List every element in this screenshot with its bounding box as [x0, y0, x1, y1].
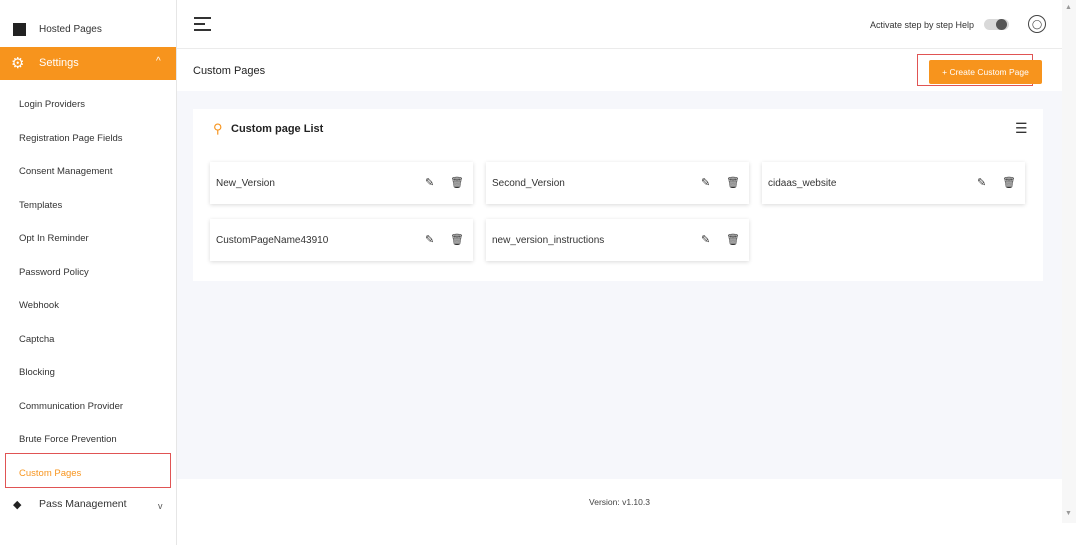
page-tile[interactable]: new_version_instructions ✎ 🗑 [486, 219, 749, 261]
toggle-knob [996, 19, 1007, 30]
sidebar-item-login-providers[interactable]: Login Providers [19, 99, 85, 110]
sidebar-item-label: Settings [39, 57, 79, 69]
page-name: Second_Version [492, 178, 565, 189]
user-icon[interactable]: ◯ [1028, 15, 1046, 33]
scroll-down-icon[interactable]: ▼ [1065, 510, 1072, 517]
footer: Version: v1.10.3 [177, 479, 1062, 523]
sidebar-item-label: Hosted Pages [39, 24, 102, 35]
create-highlight: + Create Custom Page [917, 54, 1042, 86]
layers-icon: ◆ [13, 499, 22, 511]
delete-icon[interactable]: 🗑 [726, 233, 740, 246]
sidebar-item-consent-management[interactable]: Consent Management [19, 166, 112, 177]
version-label: Version: v1.10.3 [589, 497, 650, 507]
help-toggle[interactable] [984, 19, 1009, 30]
sidebar-item-opt-in-reminder[interactable]: Opt In Reminder [19, 233, 89, 244]
sidebar-item-registration-page-fields[interactable]: Registration Page Fields [19, 133, 123, 144]
edit-icon[interactable]: ✎ [425, 233, 434, 246]
sidebar-item-templates[interactable]: Templates [19, 200, 62, 211]
delete-icon[interactable]: 🗑 [1002, 176, 1016, 189]
edit-icon[interactable]: ✎ [977, 176, 986, 189]
page-tile[interactable]: New_Version ✎ 🗑 [210, 162, 473, 204]
key-icon: ⚲ [213, 121, 223, 136]
page-tile[interactable]: cidaas_website ✎ 🗑 [762, 162, 1025, 204]
sidebar-item-blocking[interactable]: Blocking [19, 367, 55, 378]
custom-page-list-card: ⚲ Custom page List ☰ New_Version ✎ 🗑 Sec… [193, 109, 1043, 281]
gear-icon: ⚙ [11, 55, 25, 72]
page-title: Custom Pages [193, 65, 266, 77]
edit-icon[interactable]: ✎ [425, 176, 434, 189]
delete-icon[interactable]: 🗑 [726, 176, 740, 189]
puzzle-icon [13, 23, 26, 36]
help-label: Activate step by step Help [870, 20, 975, 30]
sidebar-item-label: Pass Management [39, 498, 127, 510]
sidebar-item-communication-provider[interactable]: Communication Provider [19, 401, 123, 412]
scroll-up-icon[interactable]: ▲ [1065, 4, 1072, 11]
sidebar-item-custom-pages[interactable]: Custom Pages [19, 468, 81, 479]
page-tile[interactable]: Second_Version ✎ 🗑 [486, 162, 749, 204]
edit-icon[interactable]: ✎ [701, 233, 710, 246]
sidebar-item-password-policy[interactable]: Password Policy [19, 267, 89, 278]
sidebar-item-captcha[interactable]: Captcha [19, 334, 54, 345]
list-view-icon[interactable]: ☰ [1015, 120, 1028, 137]
page-name: CustomPageName43910 [216, 235, 329, 246]
create-custom-page-button[interactable]: + Create Custom Page [929, 60, 1042, 84]
page-header: Custom Pages + Create Custom Page [177, 49, 1062, 91]
sidebar-item-webhook[interactable]: Webhook [19, 300, 59, 311]
page-name: new_version_instructions [492, 235, 605, 246]
card-title: Custom page List [231, 123, 324, 135]
sidebar-item-hosted-pages[interactable]: Hosted Pages [0, 12, 176, 44]
page-tile[interactable]: CustomPageName43910 ✎ 🗑 [210, 219, 473, 261]
main-content: ⚲ Custom page List ☰ New_Version ✎ 🗑 Sec… [177, 91, 1062, 479]
delete-icon[interactable]: 🗑 [450, 233, 464, 246]
page-name: New_Version [216, 178, 275, 189]
scrollbar[interactable]: ▲ ▼ [1062, 0, 1076, 523]
chevron-up-icon: ^ [156, 56, 161, 67]
chevron-down-icon: v [158, 501, 163, 511]
topbar: Activate step by step Help ◯ [177, 0, 1076, 49]
sidebar-item-pass-management[interactable]: ◆ Pass Management v [0, 493, 176, 517]
menu-toggle-icon[interactable] [194, 17, 211, 31]
page-name: cidaas_website [768, 178, 837, 189]
edit-icon[interactable]: ✎ [701, 176, 710, 189]
sidebar-item-settings[interactable]: ⚙ Settings ^ [0, 47, 176, 80]
sidebar-item-brute-force-prevention[interactable]: Brute Force Prevention [19, 434, 117, 445]
delete-icon[interactable]: 🗑 [450, 176, 464, 189]
sidebar: Hosted Pages ⚙ Settings ^ Login Provider… [0, 0, 177, 545]
